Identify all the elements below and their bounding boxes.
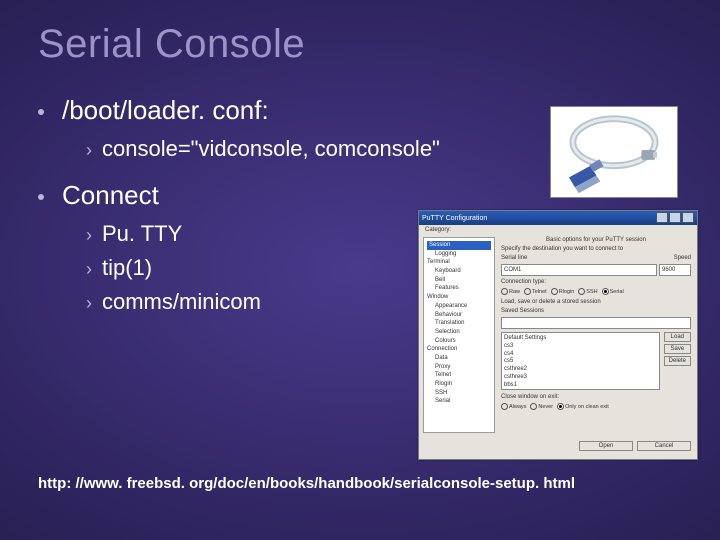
tree-item[interactable]: Selection bbox=[427, 328, 491, 337]
radio-never[interactable]: Never bbox=[530, 403, 553, 410]
bullet-2-text: Connect bbox=[62, 180, 159, 211]
putty-footer: Open Cancel bbox=[419, 437, 697, 455]
tree-item[interactable]: Rlogin bbox=[427, 380, 491, 389]
radio-telnet[interactable]: Telnet bbox=[524, 288, 547, 295]
tree-item[interactable]: SSH bbox=[427, 389, 491, 398]
radio-clean[interactable]: Only on clean exit bbox=[557, 403, 609, 410]
tree-item[interactable]: Serial bbox=[427, 397, 491, 406]
chevron-icon: › bbox=[86, 293, 92, 314]
tree-item[interactable]: Window bbox=[427, 293, 491, 302]
dest-label: Specify the destination you want to conn… bbox=[501, 246, 691, 252]
tree-item[interactable]: Appearance bbox=[427, 302, 491, 311]
footer-link: http: //www. freebsd. org/doc/en/books/h… bbox=[38, 475, 575, 492]
tree-item[interactable]: Connection bbox=[427, 345, 491, 354]
tree-item[interactable]: Keyboard bbox=[427, 267, 491, 276]
radio-raw[interactable]: Raw bbox=[501, 288, 520, 295]
putty-title-text: PuTTY Configuration bbox=[422, 215, 487, 222]
ctype-radios: Raw Telnet Rlogin SSH Serial bbox=[501, 288, 691, 295]
tree-item[interactable]: Behaviour bbox=[427, 311, 491, 320]
tree-item[interactable]: Translation bbox=[427, 319, 491, 328]
category-tree[interactable]: Session Logging Terminal Keyboard Bell F… bbox=[423, 237, 495, 433]
session-name-field[interactable] bbox=[501, 317, 691, 329]
radio-serial[interactable]: Serial bbox=[602, 288, 624, 295]
tree-session[interactable]: Session bbox=[427, 241, 491, 250]
tree-item[interactable]: Logging bbox=[427, 250, 491, 259]
cancel-button[interactable]: Cancel bbox=[637, 441, 691, 451]
load-button[interactable]: Load bbox=[664, 332, 691, 342]
cable-icon bbox=[551, 107, 677, 197]
save-button[interactable]: Save bbox=[664, 344, 691, 354]
lss-label: Load, save or delete a stored session bbox=[501, 299, 691, 305]
putty-body: Session Logging Terminal Keyboard Bell F… bbox=[419, 233, 697, 437]
tree-item[interactable]: Colours bbox=[427, 337, 491, 346]
putty-window: PuTTY Configuration Category: Session Lo… bbox=[418, 210, 698, 460]
close-radios: Always Never Only on clean exit bbox=[501, 403, 691, 410]
chevron-icon: › bbox=[86, 140, 92, 161]
sub-2-1-text: Pu. TTY bbox=[102, 221, 182, 247]
window-controls bbox=[655, 212, 694, 225]
basic-label: Basic options for your PuTTY session bbox=[501, 237, 691, 243]
sub-2-2-text: tip(1) bbox=[102, 255, 152, 281]
tree-item[interactable]: Data bbox=[427, 354, 491, 363]
saved-label: Saved Sessions bbox=[501, 308, 691, 314]
slide: Serial Console /boot/loader. conf: › con… bbox=[0, 0, 720, 540]
sub-2-3-text: comms/minicom bbox=[102, 289, 261, 315]
sessions-list[interactable]: Default Settings cs3 cs4 cs5 csthree2 cs… bbox=[501, 332, 660, 390]
open-button[interactable]: Open bbox=[579, 441, 633, 451]
tree-item[interactable]: Telnet bbox=[427, 371, 491, 380]
radio-always[interactable]: Always bbox=[501, 403, 526, 410]
tree-item[interactable]: Bell bbox=[427, 276, 491, 285]
serial-field[interactable]: COM1 bbox=[501, 264, 657, 276]
speed-field[interactable]: 9600 bbox=[659, 264, 691, 276]
slide-title: Serial Console bbox=[38, 22, 682, 67]
close-label: Close window on exit: bbox=[501, 394, 691, 400]
bullet-1-text: /boot/loader. conf: bbox=[62, 95, 269, 126]
radio-rlogin[interactable]: Rlogin bbox=[551, 288, 575, 295]
putty-titlebar: PuTTY Configuration bbox=[419, 211, 697, 225]
tree-item[interactable]: Terminal bbox=[427, 258, 491, 267]
serial-label: Serial line bbox=[501, 255, 672, 261]
chevron-icon: › bbox=[86, 225, 92, 246]
tree-item[interactable]: Features bbox=[427, 284, 491, 293]
bullet-dot-icon bbox=[38, 109, 44, 115]
chevron-icon: › bbox=[86, 259, 92, 280]
tree-item[interactable]: Proxy bbox=[427, 363, 491, 372]
radio-ssh[interactable]: SSH bbox=[578, 288, 597, 295]
serial-cable-image bbox=[550, 106, 678, 198]
sub-1-1-text: console="vidconsole, comconsole" bbox=[102, 136, 440, 162]
speed-label: Speed bbox=[674, 255, 691, 261]
delete-button[interactable]: Delete bbox=[664, 356, 691, 366]
ctype-label: Connection type: bbox=[501, 279, 691, 285]
session-panel: Basic options for your PuTTY session Spe… bbox=[499, 233, 697, 437]
bullet-dot-icon bbox=[38, 194, 44, 200]
